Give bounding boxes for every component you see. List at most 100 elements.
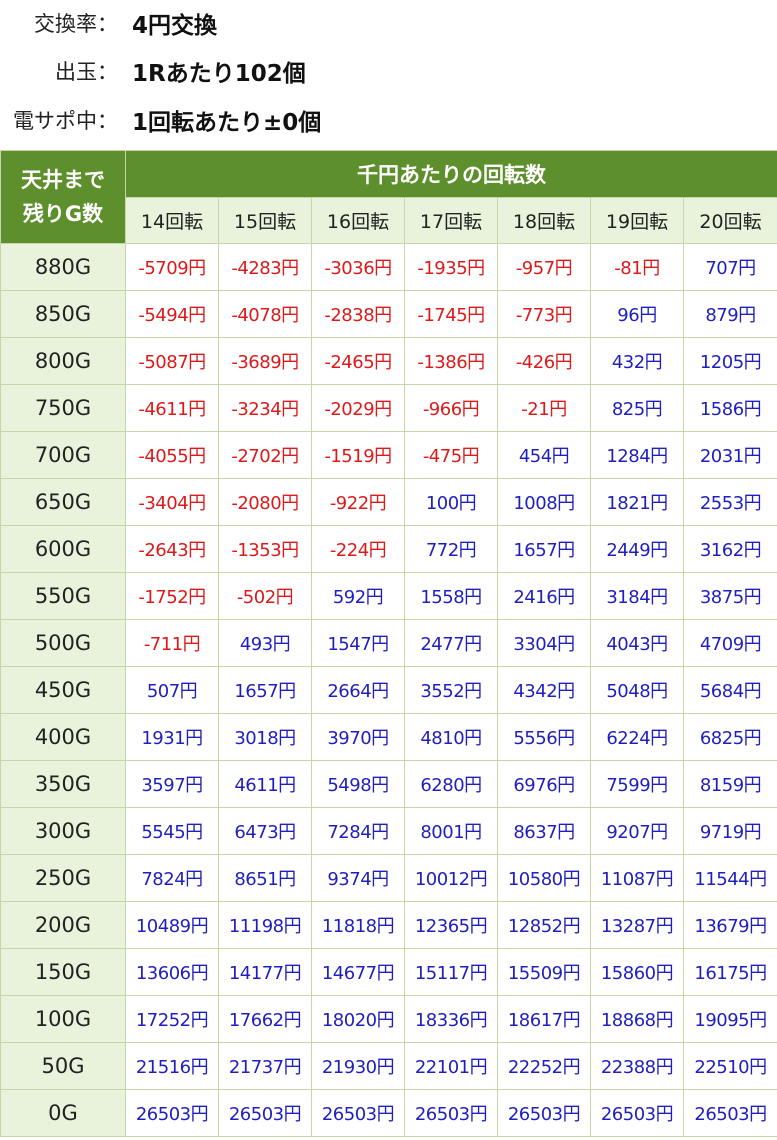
remaining-games-cell: 700G	[0, 431, 126, 479]
expected-value-cell: 26503円	[404, 1089, 498, 1137]
expected-value-cell: 13287円	[590, 901, 684, 949]
expected-value-cell: 15509円	[497, 948, 591, 996]
table-row: 880G -5709円 -4283円 -3036円 -1935円 -957円 -81円 707…	[0, 243, 777, 291]
expected-value-cell: 5684円	[682, 666, 777, 714]
expected-value-cell: 3970円	[311, 713, 405, 761]
table-row: 400G 1931円 3018円 3970円 4810円 5556円 6224円 6825円	[0, 713, 777, 761]
table-row: 500G -711円 493円 1547円 2477円 3304円 4043円 4709円	[0, 619, 777, 667]
exchange-info: 交換率： 4円交換 出玉： 1Rあたり102個 電サポ中： 1回転あたり±0個	[0, 0, 777, 150]
expected-value-cell: 2553円	[682, 478, 777, 526]
expected-value-cell: 10580円	[497, 854, 591, 902]
expected-value-cell: 11818円	[311, 901, 405, 949]
table-row: 0G 26503円 26503円 26503円 26503円 26503円 26503円 26…	[0, 1089, 777, 1137]
expected-value-cell: 21930円	[311, 1042, 405, 1090]
payout-value: 1Rあたり102個	[132, 61, 306, 87]
expected-value-cell: 1657円	[497, 525, 591, 573]
expected-value-cell: -21円	[497, 384, 591, 432]
expected-value-cell: 4611円	[218, 760, 312, 808]
expected-value-cell: 26503円	[497, 1089, 591, 1137]
expected-value-cell: 26503円	[311, 1089, 405, 1137]
remaining-games-cell: 600G	[0, 525, 126, 573]
expected-value-cell: 15117円	[404, 948, 498, 996]
expected-value-cell: 1657円	[218, 666, 312, 714]
remaining-games-cell: 550G	[0, 572, 126, 620]
expected-value-cell: 21516円	[125, 1042, 219, 1090]
expected-value-cell: 2477円	[404, 619, 498, 667]
expected-value-cell: 432円	[590, 337, 684, 385]
expected-value-cell: -3404円	[125, 478, 219, 526]
expected-value-cell: -957円	[497, 243, 591, 291]
expected-value-cell: 6224円	[590, 713, 684, 761]
expected-value-cell: -426円	[497, 337, 591, 385]
expected-value-cell: 11198円	[218, 901, 312, 949]
rate-header: 15回転	[218, 197, 312, 244]
expected-value-cell: -224円	[311, 525, 405, 573]
expected-value-cell: 26503円	[125, 1089, 219, 1137]
corner-line1: 天井まで	[21, 168, 105, 192]
expected-value-cell: -3689円	[218, 337, 312, 385]
expected-value-cell: 26503円	[590, 1089, 684, 1137]
expected-value-cell: -966円	[404, 384, 498, 432]
expected-value-cell: 15860円	[590, 948, 684, 996]
remaining-games-cell: 500G	[0, 619, 126, 667]
rate-header: 20回転	[682, 197, 777, 244]
expected-value-cell: 6825円	[682, 713, 777, 761]
table-body: 880G -5709円 -4283円 -3036円 -1935円 -957円 -81円 707…	[0, 243, 777, 1137]
expected-value-cell: 1931円	[125, 713, 219, 761]
expected-value-cell: -502円	[218, 572, 312, 620]
table-row: 750G -4611円 -3234円 -2029円 -966円 -21円 825円 1586円	[0, 384, 777, 432]
expected-value-cell: -81円	[590, 243, 684, 291]
expected-value-cell: -2080円	[218, 478, 312, 526]
expected-value-cell: 3875円	[682, 572, 777, 620]
expected-value-cell: -773円	[497, 290, 591, 338]
expected-value-cell: 4810円	[404, 713, 498, 761]
expected-value-cell: -1935円	[404, 243, 498, 291]
expected-value-cell: 772円	[404, 525, 498, 573]
expected-value-cell: 14177円	[218, 948, 312, 996]
table-row: 50G 21516円 21737円 21930円 22101円 22252円 22388円 2…	[0, 1042, 777, 1090]
expected-value-cell: -2029円	[311, 384, 405, 432]
expected-value-cell: -5709円	[125, 243, 219, 291]
table-row: 450G 507円 1657円 2664円 3552円 4342円 5048円 5684円	[0, 666, 777, 714]
expected-value-cell: 22101円	[404, 1042, 498, 1090]
table-row: 200G 10489円 11198円 11818円 12365円 12852円 13287円…	[0, 901, 777, 949]
expected-value-cell: -4078円	[218, 290, 312, 338]
expected-value-cell: 22252円	[497, 1042, 591, 1090]
expected-value-cell: 12365円	[404, 901, 498, 949]
expected-value-cell: 13606円	[125, 948, 219, 996]
expected-value-cell: 9374円	[311, 854, 405, 902]
remaining-games-cell: 650G	[0, 478, 126, 526]
support-label: 電サポ中：	[13, 109, 118, 133]
remaining-games-cell: 100G	[0, 995, 126, 1043]
table-row: 850G -5494円 -4078円 -2838円 -1745円 -773円 96円 879円	[0, 290, 777, 338]
expected-value-cell: 9207円	[590, 807, 684, 855]
table-row: 800G -5087円 -3689円 -2465円 -1386円 -426円 432円 120…	[0, 337, 777, 385]
expected-value-cell: 100円	[404, 478, 498, 526]
expected-value-cell: 707円	[682, 243, 777, 291]
corner-line2: 残りG数	[22, 202, 104, 226]
remaining-games-cell: 400G	[0, 713, 126, 761]
remaining-games-cell: 850G	[0, 290, 126, 338]
exchange-rate-row: 交換率： 4円交換	[0, 3, 217, 43]
expected-value-cell: -4283円	[218, 243, 312, 291]
expected-value-cell: 879円	[682, 290, 777, 338]
table-row: 100G 17252円 17662円 18020円 18336円 18617円 18868円…	[0, 995, 777, 1043]
remaining-games-cell: 200G	[0, 901, 126, 949]
table-row: 700G -4055円 -2702円 -1519円 -475円 454円 1284円 2031…	[0, 431, 777, 479]
expected-value-cell: -3234円	[218, 384, 312, 432]
expected-value-cell: 1558円	[404, 572, 498, 620]
rate-header: 16回転	[311, 197, 405, 244]
expected-value-cell: -711円	[125, 619, 219, 667]
expected-value-cell: 1008円	[497, 478, 591, 526]
remaining-games-cell: 50G	[0, 1042, 126, 1090]
remaining-games-header: 天井まで 残りG数	[0, 150, 126, 244]
expected-value-cell: -3036円	[311, 243, 405, 291]
expected-value-cell: -5494円	[125, 290, 219, 338]
expected-value-cell: 7599円	[590, 760, 684, 808]
expected-value-cell: 7284円	[311, 807, 405, 855]
table-header: 天井まで 残りG数 千円あたりの回転数 14回転 15回転 16回転 17回転 18回転…	[0, 150, 777, 244]
expected-value-cell: 3184円	[590, 572, 684, 620]
expected-value-cell: 21737円	[218, 1042, 312, 1090]
table-row: 350G 3597円 4611円 5498円 6280円 6976円 7599円 8159円	[0, 760, 777, 808]
expected-value-cell: 17252円	[125, 995, 219, 1043]
